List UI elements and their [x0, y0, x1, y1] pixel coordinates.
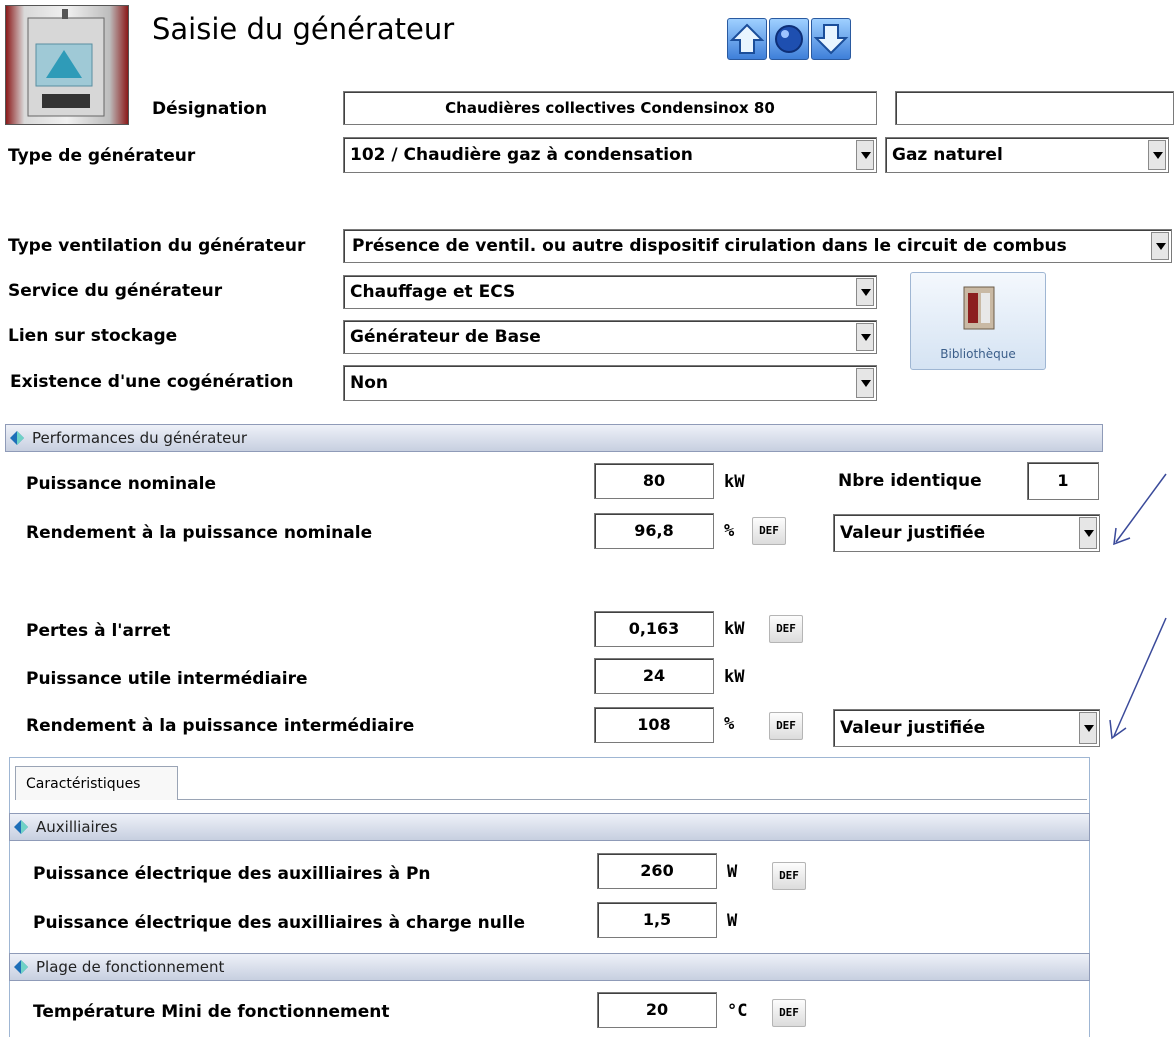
nbre-identique-label: Nbre identique — [838, 471, 982, 491]
pertes-unit: kW — [724, 619, 745, 639]
boiler-logo — [5, 5, 129, 125]
section-performances-title: Performances du générateur — [32, 429, 248, 447]
puissance-nominale-label: Puissance nominale — [26, 474, 216, 494]
nav-up-button[interactable] — [727, 18, 767, 60]
chevron-down-icon[interactable] — [1148, 140, 1166, 170]
rendement-inter-unit: % — [724, 714, 735, 734]
rendement-inter-select-value: Valeur justifiée — [840, 718, 986, 738]
designation-input[interactable]: Chaudières collectives Condensinox 80 — [343, 91, 877, 125]
service-value: Chauffage et ECS — [350, 282, 516, 302]
puissance-inter-input[interactable]: 24 — [594, 658, 714, 694]
puissance-inter-label: Puissance utile intermédiaire — [26, 669, 308, 689]
energie-value: Gaz naturel — [892, 145, 1003, 165]
section-auxiliaires[interactable]: Auxilliaires — [9, 813, 1090, 841]
chevron-down-icon[interactable] — [1079, 517, 1097, 549]
temp-mini-unit: °C — [727, 1001, 748, 1021]
aux-nulle-unit: W — [727, 911, 738, 931]
def-button[interactable]: DEF — [772, 862, 806, 890]
puissance-nominale-unit: kW — [724, 472, 745, 492]
down-arrow-icon — [813, 24, 849, 55]
chevron-down-icon[interactable] — [856, 368, 874, 398]
ventilation-label: Type ventilation du générateur — [8, 236, 306, 256]
chevron-down-icon[interactable] — [856, 323, 874, 351]
designation-extra-input[interactable] — [895, 91, 1174, 125]
section-auxiliaires-title: Auxilliaires — [36, 818, 118, 836]
rendement-inter-select[interactable]: Valeur justifiée — [833, 709, 1100, 747]
rendement-inter-input[interactable]: 108 — [594, 707, 714, 743]
pertes-input[interactable]: 0,163 — [594, 611, 714, 647]
ventilation-value: Présence de ventil. ou autre dispositif … — [352, 236, 1067, 256]
tab-caracteristiques[interactable]: Caractéristiques — [15, 766, 178, 800]
cogeneration-label: Existence d'une cogénération — [10, 372, 294, 392]
chevron-down-icon[interactable] — [856, 278, 874, 306]
chevron-down-icon[interactable] — [1079, 712, 1097, 744]
rendement-nominal-input[interactable]: 96,8 — [594, 513, 714, 549]
aux-pn-input[interactable]: 260 — [597, 853, 717, 889]
chevron-down-icon[interactable] — [1151, 232, 1169, 260]
diamond-icon — [10, 431, 24, 445]
aux-pn-label: Puissance électrique des auxilliaires à … — [33, 864, 431, 884]
aux-pn-unit: W — [727, 862, 738, 882]
rendement-nominal-select[interactable]: Valeur justifiée — [833, 514, 1100, 552]
nav-down-button[interactable] — [811, 18, 851, 60]
page-title: Saisie du générateur — [152, 12, 455, 46]
rendement-nominal-unit: % — [724, 521, 735, 541]
designation-label: Désignation — [152, 99, 268, 119]
type-generateur-value: 102 / Chaudière gaz à condensation — [350, 145, 693, 165]
diamond-icon — [14, 820, 28, 834]
def-button[interactable]: DEF — [769, 615, 803, 643]
tab-baseline — [178, 799, 1087, 800]
nbre-identique-input[interactable]: 1 — [1027, 462, 1099, 500]
puissance-nominale-input[interactable]: 80 — [594, 463, 714, 499]
diamond-icon — [14, 960, 28, 974]
rendement-nominal-select-value: Valeur justifiée — [840, 523, 986, 543]
aux-nulle-input[interactable]: 1,5 — [597, 902, 717, 938]
stockage-label: Lien sur stockage — [8, 326, 178, 346]
bibliotheque-label: Bibliothèque — [940, 347, 1016, 361]
energie-select[interactable]: Gaz naturel — [885, 137, 1169, 173]
ventilation-select[interactable]: Présence de ventil. ou autre dispositif … — [343, 229, 1172, 263]
bibliotheque-button[interactable]: Bibliothèque — [910, 272, 1046, 370]
cogeneration-select[interactable]: Non — [343, 365, 877, 401]
tab-caracteristiques-label: Caractéristiques — [26, 776, 141, 792]
cogeneration-value: Non — [350, 373, 389, 393]
stockage-select[interactable]: Générateur de Base — [343, 320, 877, 354]
aux-nulle-label: Puissance électrique des auxilliaires à … — [33, 913, 526, 933]
annotation-arrow-icon — [1109, 473, 1167, 740]
temp-mini-input[interactable]: 20 — [597, 992, 717, 1028]
rendement-nominal-label: Rendement à la puissance nominale — [26, 523, 373, 543]
circle-icon — [775, 25, 803, 53]
up-arrow-icon — [729, 23, 765, 54]
type-generateur-select[interactable]: 102 / Chaudière gaz à condensation — [343, 137, 877, 173]
def-button[interactable]: DEF — [772, 999, 806, 1027]
stockage-value: Générateur de Base — [350, 327, 541, 347]
section-plage[interactable]: Plage de fonctionnement — [9, 953, 1090, 981]
def-button[interactable]: DEF — [752, 517, 786, 545]
service-label: Service du générateur — [8, 281, 223, 301]
def-button[interactable]: DEF — [769, 712, 803, 740]
section-plage-title: Plage de fonctionnement — [36, 958, 225, 976]
section-performances[interactable]: Performances du générateur — [5, 424, 1103, 452]
rendement-inter-label: Rendement à la puissance intermédiaire — [26, 716, 415, 736]
puissance-inter-unit: kW — [724, 667, 745, 687]
temp-mini-label: Température Mini de fonctionnement — [33, 1002, 390, 1022]
pertes-label: Pertes à l'arret — [26, 621, 171, 641]
nav-center-button[interactable] — [769, 18, 809, 60]
type-generateur-label: Type de générateur — [8, 146, 196, 166]
chevron-down-icon[interactable] — [856, 140, 874, 170]
service-select[interactable]: Chauffage et ECS — [343, 275, 877, 309]
boiler-icon — [27, 9, 105, 117]
library-icon — [963, 286, 995, 330]
